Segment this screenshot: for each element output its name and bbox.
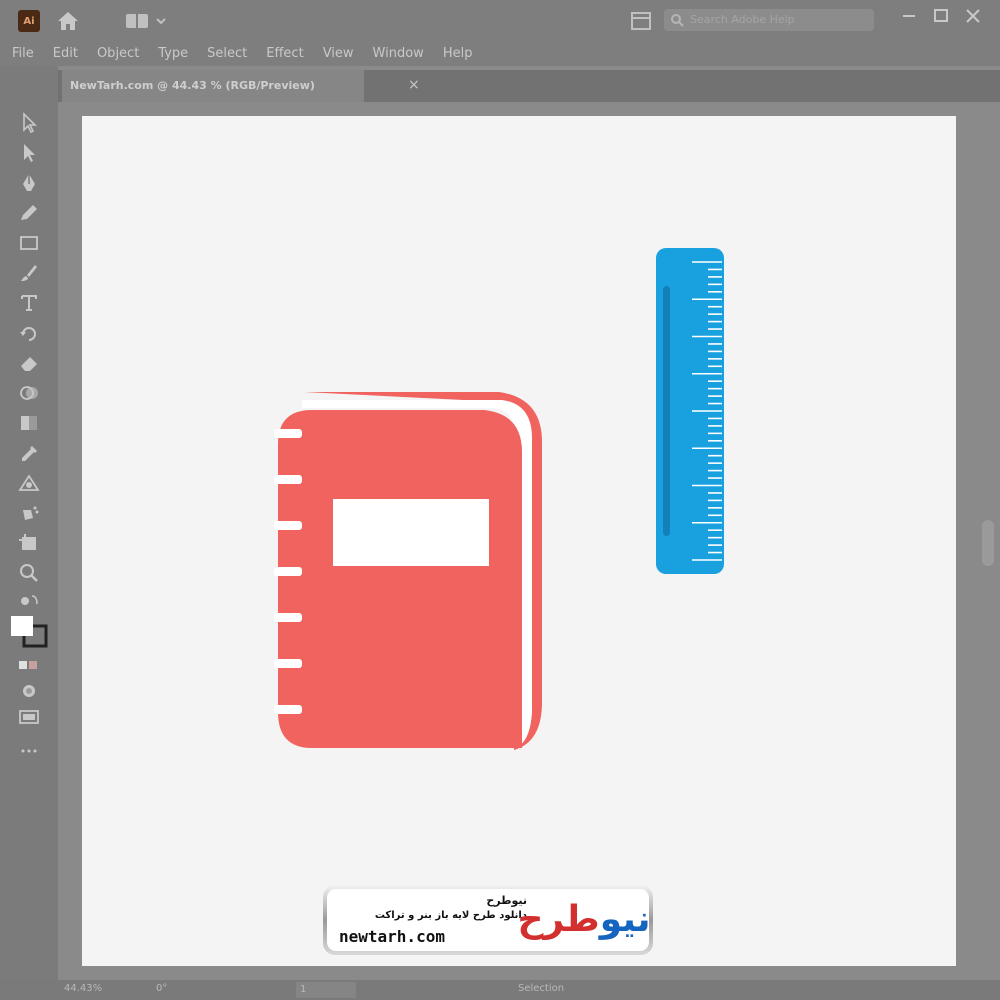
current-tool-status: Selection — [518, 983, 565, 994]
notebook-ring — [274, 705, 302, 714]
search-placeholder: Search Adobe Help — [690, 13, 795, 26]
document-tab[interactable]: NewTarh.com @ 44.43 % (RGB/Preview) — [62, 70, 364, 102]
swap-fill-stroke-icon[interactable] — [17, 590, 41, 612]
tools-panel — [0, 66, 58, 980]
watermark-inner: نیوطرح دانلود طرح لایه باز بنر و تراکت n… — [327, 889, 651, 951]
home-icon[interactable] — [56, 10, 80, 32]
search-input[interactable]: Search Adobe Help — [664, 9, 874, 31]
watermark-badge: نیوطرح دانلود طرح لایه باز بنر و تراکت n… — [323, 885, 653, 955]
artboard-icon[interactable] — [17, 532, 41, 554]
eraser-icon[interactable] — [17, 352, 41, 374]
rotate-icon[interactable] — [17, 322, 41, 344]
ruler-artwork[interactable] — [656, 248, 726, 576]
watermark-logo: نیوطرح — [511, 893, 657, 947]
color-mode-icon[interactable] — [17, 654, 41, 676]
screen-mode-icon[interactable] — [17, 706, 41, 728]
more-tools-icon[interactable] — [17, 740, 41, 762]
symbol-sprayer-icon[interactable] — [17, 502, 41, 524]
notebook-label — [333, 499, 489, 566]
workspace-switcher-icon[interactable] — [124, 12, 174, 30]
notebook-ring — [274, 613, 302, 622]
notebook-artwork[interactable] — [274, 392, 548, 754]
zoom-icon[interactable] — [17, 562, 41, 584]
menu-view[interactable]: View — [323, 46, 354, 61]
rotate-field[interactable]: 0° — [156, 983, 196, 994]
vertical-scrollbar[interactable] — [982, 520, 994, 566]
menu-select[interactable]: Select — [207, 46, 247, 61]
fill-stroke-swatch[interactable] — [8, 614, 50, 648]
blend-icon[interactable] — [17, 472, 41, 494]
eyedropper-icon[interactable] — [17, 442, 41, 464]
status-bar: 44.43% 0° 1 Selection — [0, 980, 1000, 1000]
ruler-groove — [663, 286, 670, 536]
notebook-ring — [274, 567, 302, 576]
document-tab-title: NewTarh.com @ 44.43 % (RGB/Preview) — [70, 79, 315, 92]
notebook-ring — [274, 659, 302, 668]
menu-window[interactable]: Window — [373, 46, 424, 61]
maximize-icon[interactable] — [930, 6, 952, 26]
brush-icon[interactable] — [17, 262, 41, 284]
document-tab-strip: NewTarh.com @ 44.43 % (RGB/Preview) × — [58, 70, 1000, 102]
pencil-icon[interactable] — [17, 202, 41, 224]
menu-effect[interactable]: Effect — [266, 46, 303, 61]
direct-selection-icon[interactable] — [17, 142, 41, 164]
menu-help[interactable]: Help — [443, 46, 473, 61]
title-bar: Ai Search Adobe Help — [0, 0, 1000, 40]
artboard-number-field[interactable]: 1 — [296, 982, 356, 998]
zoom-field[interactable]: 44.43% — [64, 983, 118, 994]
notebook-ring — [274, 521, 302, 530]
menu-object[interactable]: Object — [97, 46, 139, 61]
arrange-documents-icon[interactable] — [630, 10, 652, 32]
app-logo: Ai — [18, 10, 40, 32]
tab-close-icon[interactable]: × — [408, 77, 420, 93]
watermark-logo-accent: طرح — [517, 899, 600, 940]
draw-mode-icon[interactable] — [17, 680, 41, 702]
close-icon[interactable] — [962, 6, 984, 26]
pen-icon[interactable] — [17, 172, 41, 194]
rectangle-icon[interactable] — [17, 232, 41, 254]
type-icon[interactable] — [17, 292, 41, 314]
notebook-ring — [274, 475, 302, 484]
watermark-url: newtarh.com — [339, 927, 445, 946]
menu-file[interactable]: File — [12, 46, 34, 61]
menu-edit[interactable]: Edit — [53, 46, 78, 61]
watermark-tagline: دانلود طرح لایه باز بنر و تراکت — [374, 910, 527, 921]
watermark-logo-main: نیو — [599, 899, 651, 940]
notebook-front-cover — [278, 410, 522, 748]
shape-builder-icon[interactable] — [17, 382, 41, 404]
gradient-icon[interactable] — [17, 412, 41, 434]
search-icon — [671, 14, 684, 27]
menu-bar: File Edit Object Type Select Effect View… — [0, 40, 1000, 66]
notebook-ring — [274, 429, 302, 438]
minimize-icon[interactable] — [898, 6, 920, 26]
selection-arrow-icon[interactable] — [17, 112, 41, 134]
menu-type[interactable]: Type — [158, 46, 188, 61]
